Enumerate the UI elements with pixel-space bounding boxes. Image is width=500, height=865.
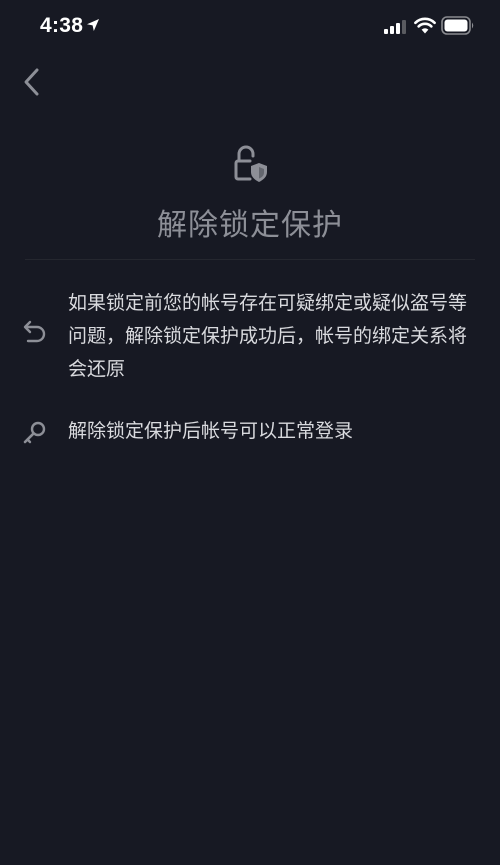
undo-arrow-icon: [23, 320, 46, 343]
cellular-signal-icon: [384, 20, 406, 34]
wifi-icon: [414, 17, 436, 34]
info-text: 如果锁定前您的帐号存在可疑绑定或疑似盗号等问题，解除锁定保护成功后，帐号的绑定关…: [68, 292, 468, 380]
battery-icon: [441, 16, 474, 35]
key-icon: [23, 421, 46, 444]
divider: [25, 259, 475, 260]
info-text: 解除锁定保护后帐号可以正常登录: [68, 420, 354, 442]
location-arrow-icon: [87, 19, 99, 31]
chevron-left-icon: [24, 68, 39, 96]
status-time: 4:38: [40, 14, 84, 37]
page-title: 解除锁定保护: [157, 208, 343, 243]
back-button[interactable]: [14, 64, 50, 100]
status-bar: 4:38: [0, 0, 500, 54]
unlock-shield-icon: [234, 145, 267, 182]
